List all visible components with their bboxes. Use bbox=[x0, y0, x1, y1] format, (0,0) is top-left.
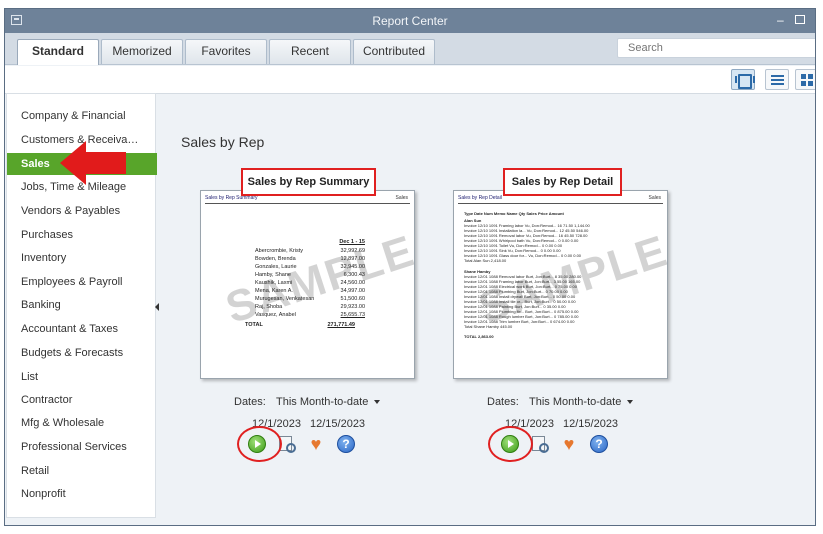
thumb-row: Total Alan Sun 2,418.00 bbox=[464, 258, 507, 263]
help-info-icon[interactable]: ? bbox=[590, 435, 608, 453]
tab-recent[interactable]: Recent bbox=[269, 39, 351, 64]
tab-contributed[interactable]: Contributed bbox=[353, 39, 435, 64]
report-thumbnail-detail[interactable]: Sales by Rep Detail Sales SAMPLE Type Da… bbox=[453, 190, 668, 379]
tab-bar: Standard Memorized Favorites Recent Cont… bbox=[5, 33, 815, 65]
sidebar-item-purchases[interactable]: Purchases bbox=[7, 224, 157, 246]
annotation-circle-icon bbox=[237, 426, 282, 462]
sidebar-item-budgets-forecasts[interactable]: Budgets & Forecasts bbox=[7, 342, 157, 364]
annotation-arrow-icon bbox=[60, 141, 126, 185]
search-input[interactable] bbox=[618, 39, 815, 57]
window-title: Report Center bbox=[372, 14, 448, 28]
sidebar-item-banking[interactable]: Banking bbox=[7, 294, 157, 316]
thumb-header: Sales by Rep Detail bbox=[458, 195, 502, 201]
preview-report-icon[interactable] bbox=[531, 435, 549, 453]
maximize-icon[interactable] bbox=[795, 15, 805, 24]
search-box[interactable] bbox=[617, 38, 815, 58]
sidebar-item-accountant-taxes[interactable]: Accountant & Taxes bbox=[7, 318, 157, 340]
sample-watermark: SAMPLE bbox=[220, 226, 415, 334]
tab-memorized[interactable]: Memorized bbox=[101, 39, 183, 64]
report-thumbnail-summary[interactable]: Sales by Rep Summary Sales SAMPLE Dec 1 … bbox=[200, 190, 415, 379]
view-toolbar bbox=[5, 66, 815, 94]
favorite-heart-icon[interactable]: ♥ bbox=[307, 435, 325, 453]
sidebar-item-employees-payroll[interactable]: Employees & Payroll bbox=[7, 271, 157, 293]
sidebar-item-company-financial[interactable]: Company & Financial bbox=[7, 105, 157, 127]
carousel-view-icon[interactable] bbox=[731, 69, 755, 90]
help-info-icon[interactable]: ? bbox=[337, 435, 355, 453]
thumb-row: Total Shane Hamby 445.00 bbox=[464, 324, 513, 329]
grid-view-icon[interactable] bbox=[795, 69, 815, 90]
thumb-header-right: Sales bbox=[395, 195, 408, 201]
date-to[interactable]: 12/15/2023 bbox=[310, 418, 365, 430]
sidebar-item-vendors-payables[interactable]: Vendors & Payables bbox=[7, 200, 157, 222]
report-title-detail[interactable]: Sales by Rep Detail bbox=[503, 168, 622, 196]
title-bar: Report Center – bbox=[5, 9, 815, 33]
thumb-columns: Type Date Num Memo Name Qty Sales Price … bbox=[464, 211, 564, 216]
date-to[interactable]: 12/15/2023 bbox=[563, 418, 618, 430]
sidebar-item-nonprofit[interactable]: Nonprofit bbox=[7, 483, 157, 505]
thumb-col-header: Dec 1 - 15 bbox=[339, 239, 365, 245]
sidebar-item-contractor[interactable]: Contractor bbox=[7, 389, 157, 411]
list-view-icon[interactable] bbox=[765, 69, 789, 90]
dates-label: Dates: bbox=[234, 396, 266, 408]
favorite-heart-icon[interactable]: ♥ bbox=[560, 435, 578, 453]
dates-dropdown[interactable]: This Month-to-date bbox=[276, 396, 381, 408]
thumb-total-row: TOTAL 2,863.00 bbox=[464, 334, 494, 339]
sidebar-item-professional-services[interactable]: Professional Services bbox=[7, 436, 157, 458]
thumb-header-right: Sales bbox=[648, 195, 661, 201]
chevron-down-icon bbox=[374, 400, 381, 405]
tab-standard[interactable]: Standard bbox=[17, 39, 99, 65]
sidebar-item-retail[interactable]: Retail bbox=[7, 460, 157, 482]
sidebar-item-inventory[interactable]: Inventory bbox=[7, 247, 157, 269]
annotation-circle-icon bbox=[488, 426, 533, 462]
sidebar-item-list[interactable]: List bbox=[7, 366, 157, 388]
dates-dropdown[interactable]: This Month-to-date bbox=[529, 396, 634, 408]
sidebar-item-mfg-wholesale[interactable]: Mfg & Wholesale bbox=[7, 412, 157, 434]
section-title: Sales by Rep bbox=[181, 134, 265, 150]
tab-favorites[interactable]: Favorites bbox=[185, 39, 267, 64]
chevron-down-icon bbox=[627, 400, 634, 405]
minimize-icon[interactable]: – bbox=[777, 13, 784, 27]
report-title-summary[interactable]: Sales by Rep Summary bbox=[241, 168, 376, 196]
collapse-sidebar-icon[interactable] bbox=[155, 303, 159, 311]
dates-label: Dates: bbox=[487, 396, 519, 408]
